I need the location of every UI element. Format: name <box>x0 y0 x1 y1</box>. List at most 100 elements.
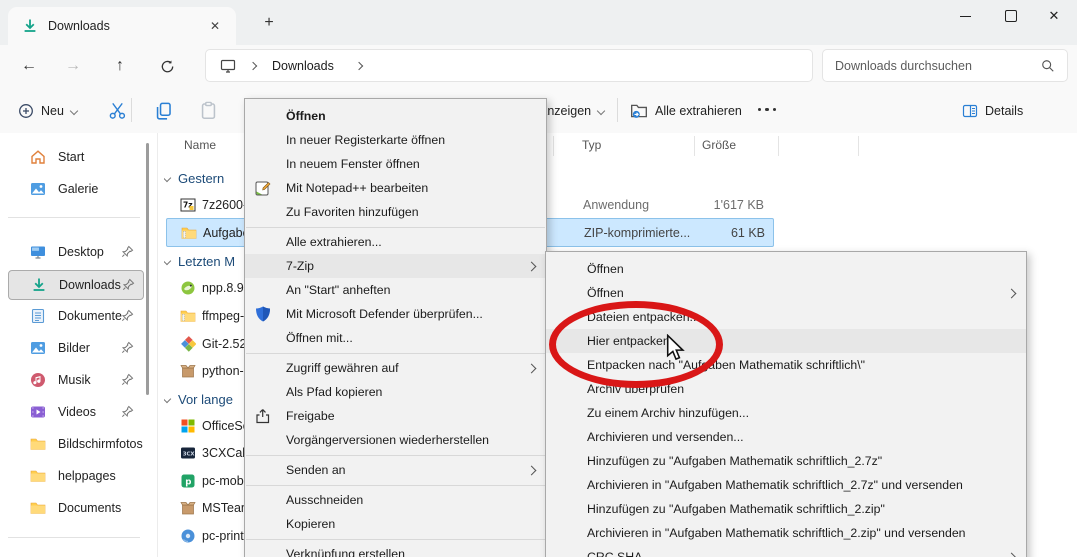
notepadpp-file-icon <box>181 281 195 294</box>
group-header-letzten-monat[interactable]: Letzten M <box>164 249 256 273</box>
menu-item-7zip[interactable]: 7-Zip <box>245 254 546 278</box>
sidebar-item-bilder[interactable]: Bilder <box>8 334 142 362</box>
menu-item-verknuepfung-erstellen[interactable]: Verknüpfung erstellen <box>245 542 546 557</box>
sidebar-item-musik[interactable]: Musik <box>8 366 142 394</box>
microsoft-logo-icon <box>181 419 195 432</box>
defender-shield-icon <box>256 306 270 322</box>
address-bar[interactable]: Downloads <box>205 49 813 82</box>
chevron-right-icon <box>526 465 537 476</box>
column-divider[interactable] <box>553 136 554 156</box>
dot-icon <box>772 108 777 112</box>
up-button[interactable]: ↑ <box>103 49 137 83</box>
group-header-vor-langer-zeit[interactable]: Vor lange <box>164 387 256 411</box>
more-options-button[interactable] <box>758 108 777 112</box>
maximize-icon <box>1005 10 1017 22</box>
tab-bar: Downloads ✕ + ✕ <box>0 0 1077 45</box>
sidebar-item-start[interactable]: Start <box>8 143 142 171</box>
sidebar-item-dokumente[interactable]: Dokumente <box>8 302 142 330</box>
menu-item-ausschneiden[interactable]: Ausschneiden <box>245 488 546 512</box>
dot-icon <box>758 108 762 112</box>
3cx-icon: 3CX <box>181 447 195 458</box>
menu-item-kopieren[interactable]: Kopieren <box>245 512 546 536</box>
red-circle-annotation <box>549 301 723 388</box>
menu-item-oeffnen-mit[interactable]: Öffnen mit... <box>245 326 546 350</box>
paste-button[interactable] <box>199 101 218 123</box>
sidebar-item-documents[interactable]: Documents <box>8 494 142 522</box>
refresh-button[interactable] <box>150 49 184 83</box>
new-button[interactable]: Neu <box>18 99 79 123</box>
tab-downloads[interactable]: Downloads ✕ <box>8 7 236 45</box>
menu-item-an-start-anheften[interactable]: An "Start" anheften <box>245 278 546 302</box>
copy-icon <box>156 102 171 120</box>
menu-item-freigabe[interactable]: Freigabe <box>245 404 546 428</box>
sidebar-scrollbar[interactable] <box>146 143 149 395</box>
column-header-size[interactable]: Größe <box>702 138 736 152</box>
submenu-item-archivieren-versenden[interactable]: Archivieren und versenden... <box>546 425 1026 449</box>
svg-text:p: p <box>185 477 191 487</box>
minimize-button[interactable] <box>942 0 988 32</box>
submenu-item-archivieren-7z-versenden[interactable]: Archivieren in "Aufgaben Mathematik schr… <box>546 473 1026 497</box>
submenu-item-zu-archiv-hinzufuegen[interactable]: Zu einem Archiv hinzufügen... <box>546 401 1026 425</box>
back-button[interactable]: ← <box>12 49 46 83</box>
menu-item-als-pfad-kopieren[interactable]: Als Pfad kopieren <box>245 380 546 404</box>
sidebar-item-galerie[interactable]: Galerie <box>8 175 142 203</box>
refresh-icon <box>161 60 173 72</box>
menu-item-vorgaengerversionen[interactable]: Vorgängerversionen wiederherstellen <box>245 428 546 452</box>
details-button[interactable]: Details <box>962 99 1023 123</box>
sidebar-item-bildschirmfotos[interactable]: Bildschirmfotos <box>8 430 143 458</box>
chevron-right-icon <box>1006 552 1017 557</box>
chevron-right-icon <box>526 363 537 374</box>
breadcrumb-downloads[interactable]: Downloads <box>272 59 334 73</box>
sidebar-separator <box>8 217 140 218</box>
menu-item-zugriff-gewaehren[interactable]: Zugriff gewähren auf <box>245 356 546 380</box>
column-header-name[interactable]: Name <box>184 138 216 152</box>
share-icon <box>256 409 270 424</box>
menu-item-defender-scan[interactable]: Mit Microsoft Defender überprüfen... <box>245 302 546 326</box>
plus-circle-icon <box>19 104 33 118</box>
new-tab-button[interactable]: + <box>255 10 283 36</box>
sidebar-item-downloads[interactable]: Downloads <box>8 270 144 300</box>
pin-icon <box>121 245 134 258</box>
submenu-item-oeffnen[interactable]: Öffnen <box>546 257 1026 281</box>
download-icon <box>24 19 36 32</box>
sidebar-separator <box>8 537 140 538</box>
disc-icon <box>181 529 195 542</box>
menu-item-zu-favoriten[interactable]: Zu Favoriten hinzufügen <box>245 200 546 224</box>
menu-item-senden-an[interactable]: Senden an <box>245 458 546 482</box>
column-header-type[interactable]: Typ <box>582 138 601 152</box>
copy-button[interactable] <box>154 101 173 123</box>
pin-icon <box>121 309 134 322</box>
submenu-item-hinzufuegen-7z[interactable]: Hinzufügen zu "Aufgaben Mathematik schri… <box>546 449 1026 473</box>
menu-item-alle-extrahieren[interactable]: Alle extrahieren... <box>245 230 546 254</box>
column-divider[interactable] <box>858 136 859 156</box>
extract-all-button[interactable]: Alle extrahieren <box>630 99 742 123</box>
chevron-down-icon <box>164 394 172 404</box>
chevron-right-icon <box>1006 288 1017 299</box>
search-icon <box>1042 59 1054 72</box>
search-input[interactable]: Downloads durchsuchen <box>822 49 1068 82</box>
pin-icon <box>121 405 134 418</box>
forward-button[interactable]: → <box>56 49 90 83</box>
menu-item-oeffnen[interactable]: Öffnen <box>245 104 546 128</box>
picture-icon <box>31 342 45 354</box>
close-button[interactable]: ✕ <box>1031 0 1077 32</box>
column-divider[interactable] <box>694 136 695 156</box>
column-divider[interactable] <box>778 136 779 156</box>
cut-button[interactable] <box>108 101 127 123</box>
menu-item-neue-registerkarte[interactable]: In neuer Registerkarte öffnen <box>245 128 546 152</box>
tab-close-icon[interactable]: ✕ <box>204 15 226 37</box>
pin-icon <box>122 278 135 291</box>
sidebar-item-helppages[interactable]: helppages <box>8 462 142 490</box>
chevron-down-icon <box>69 106 79 116</box>
maximize-button[interactable] <box>988 0 1034 32</box>
submenu-item-archivieren-zip-versenden[interactable]: Archivieren in "Aufgaben Mathematik schr… <box>546 521 1026 545</box>
submenu-item-hinzufuegen-zip[interactable]: Hinzufügen zu "Aufgaben Mathematik schri… <box>546 497 1026 521</box>
sidebar-item-desktop[interactable]: Desktop <box>8 238 142 266</box>
menu-item-neues-fenster[interactable]: In neuem Fenster öffnen <box>245 152 546 176</box>
sidebar-item-videos[interactable]: Videos <box>8 398 142 426</box>
chevron-down-icon <box>164 173 172 183</box>
submenu-item-crc-sha[interactable]: CRC SHA <box>546 545 1026 557</box>
menu-item-notepadpp[interactable]: Mit Notepad++ bearbeiten <box>245 176 546 200</box>
toolbar-divider <box>131 98 132 122</box>
group-header-gestern[interactable]: Gestern <box>164 166 256 190</box>
